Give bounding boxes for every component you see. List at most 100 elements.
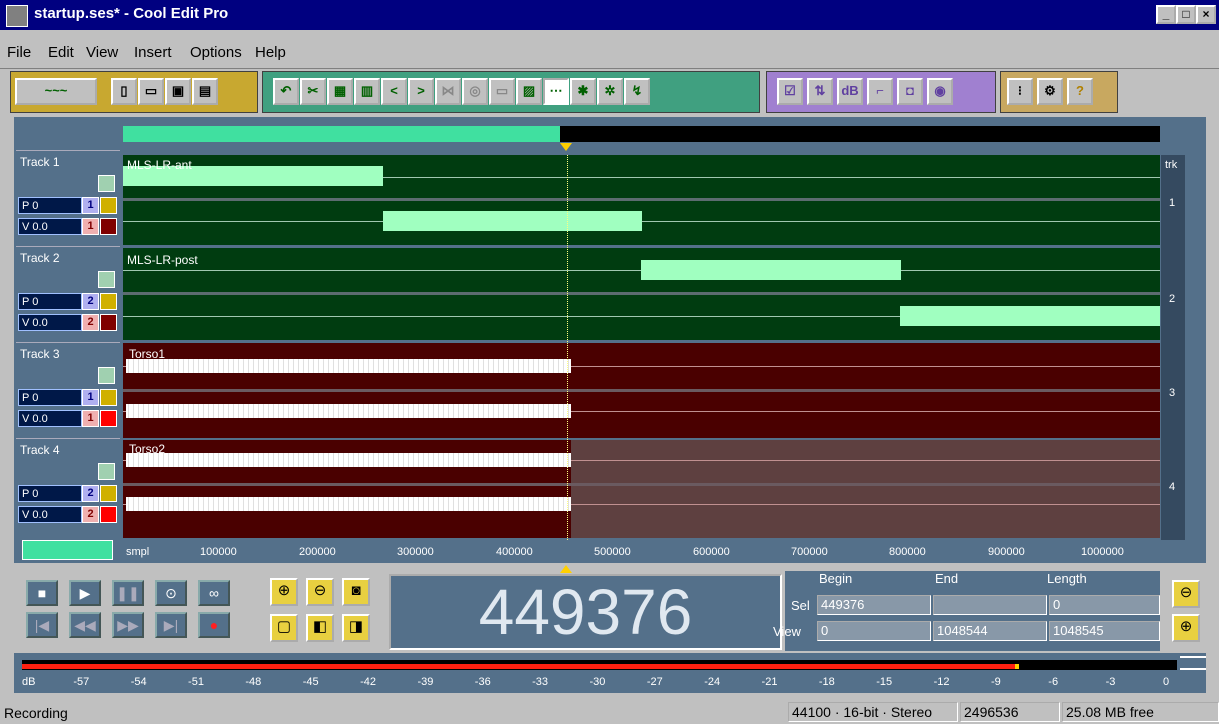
- menu-help[interactable]: Help: [255, 44, 286, 61]
- rewind-icon[interactable]: ◀◀: [69, 612, 101, 638]
- pan-envelope-icon[interactable]: ⇅: [807, 78, 833, 105]
- volume-field[interactable]: V 0.0: [18, 506, 82, 523]
- meter-clip-indicator[interactable]: [1180, 656, 1206, 670]
- playhead-marker-icon[interactable]: [560, 143, 572, 151]
- sel-end-field[interactable]: [933, 595, 1047, 615]
- record-device-button[interactable]: 2: [82, 314, 99, 331]
- info-icon[interactable]: ⁝: [1007, 78, 1033, 105]
- status-format[interactable]: 44100 · 16-bit · Stereo: [788, 702, 958, 722]
- cut-icon[interactable]: ✂: [300, 78, 326, 105]
- stop-icon[interactable]: ■: [26, 580, 58, 606]
- zoom-selection-icon[interactable]: ▢: [270, 614, 298, 642]
- pan-field[interactable]: P 0: [18, 389, 82, 406]
- waveform-toggle-icon[interactable]: ~~~: [15, 78, 97, 105]
- zoom-out-horizontal-icon[interactable]: ⊖: [306, 578, 334, 606]
- output-button[interactable]: 2: [82, 485, 99, 502]
- loop-icon[interactable]: ◎: [462, 78, 488, 105]
- track-header-4[interactable]: Track 4 P 0 2 V 0.0 2: [16, 438, 120, 533]
- play-to-end-icon[interactable]: ⊙: [155, 580, 187, 606]
- zoom-left-icon[interactable]: ◧: [306, 614, 334, 642]
- volume-field[interactable]: V 0.0: [18, 410, 82, 427]
- output-button[interactable]: 2: [82, 293, 99, 310]
- time-ruler[interactable]: smpl 100000 200000 300000 400000 500000 …: [123, 541, 1160, 563]
- track-lane-1[interactable]: MLS-LR-ant: [123, 155, 1160, 245]
- solo-button[interactable]: [100, 197, 117, 214]
- track-lane-3[interactable]: Torso1: [123, 343, 1160, 438]
- close-button[interactable]: ×: [1196, 5, 1216, 24]
- fast-forward-icon[interactable]: ▶▶: [112, 612, 144, 638]
- snap-clip-icon[interactable]: ✱: [570, 78, 596, 105]
- pan-field[interactable]: P 0: [18, 293, 82, 310]
- audio-clip[interactable]: [641, 260, 901, 280]
- help-icon[interactable]: ?: [1067, 78, 1093, 105]
- open-file-icon[interactable]: ▭: [138, 78, 164, 105]
- volume-envelope-icon[interactable]: dB: [837, 78, 863, 105]
- loop-play-icon[interactable]: ∞: [198, 580, 230, 606]
- zoom-in-horizontal-icon[interactable]: ⊕: [270, 578, 298, 606]
- menu-options[interactable]: Options: [190, 44, 242, 61]
- zoom-in-vertical-icon[interactable]: ⊕: [1172, 614, 1200, 642]
- menu-view[interactable]: View: [86, 44, 118, 61]
- track-header-2[interactable]: Track 2 P 0 2 V 0.0 2: [16, 246, 120, 341]
- new-file-icon[interactable]: ▯: [111, 78, 137, 105]
- snap-ruler-icon[interactable]: ⋯: [543, 78, 569, 105]
- paste-icon[interactable]: ▥: [354, 78, 380, 105]
- record-device-button[interactable]: 1: [82, 410, 99, 427]
- maximize-button[interactable]: □: [1176, 5, 1196, 24]
- pan-field[interactable]: P 0: [18, 485, 82, 502]
- save-icon[interactable]: ▣: [165, 78, 191, 105]
- track-lane-4[interactable]: Torso2: [123, 440, 1160, 538]
- envelope-icon[interactable]: ↯: [624, 78, 650, 105]
- minimize-button[interactable]: _: [1156, 5, 1176, 24]
- output-button[interactable]: 1: [82, 389, 99, 406]
- record-arm-button[interactable]: [100, 218, 117, 235]
- menu-insert[interactable]: Insert: [134, 44, 172, 61]
- save-all-icon[interactable]: ▤: [192, 78, 218, 105]
- track-lane-2[interactable]: MLS-LR-post: [123, 248, 1160, 340]
- output-button[interactable]: 1: [82, 197, 99, 214]
- zoom-full-icon[interactable]: ◙: [342, 578, 370, 606]
- track-color-swatch[interactable]: [98, 367, 115, 384]
- solo-button[interactable]: [100, 293, 117, 310]
- overview-bar[interactable]: [123, 126, 1160, 142]
- view-begin-field[interactable]: 0: [817, 621, 931, 641]
- track-color-swatch[interactable]: [98, 463, 115, 480]
- record-arm-button[interactable]: [100, 506, 117, 523]
- app-icon[interactable]: [6, 5, 28, 27]
- pan-field[interactable]: P 0: [18, 197, 82, 214]
- go-to-start-icon[interactable]: |◀: [26, 612, 58, 638]
- record-arm-button[interactable]: [100, 314, 117, 331]
- solo-button[interactable]: [100, 389, 117, 406]
- volume-field[interactable]: V 0.0: [18, 218, 82, 235]
- menu-edit[interactable]: Edit: [48, 44, 74, 61]
- solo-button[interactable]: [100, 485, 117, 502]
- view-end-field[interactable]: 1048544: [933, 621, 1047, 641]
- group-icon[interactable]: ▭: [489, 78, 515, 105]
- copy-icon[interactable]: ▦: [327, 78, 353, 105]
- snap-loop-icon[interactable]: ✲: [597, 78, 623, 105]
- crossfade-icon[interactable]: ⋈: [435, 78, 461, 105]
- pause-icon[interactable]: ❚❚: [112, 580, 144, 606]
- menu-file[interactable]: File: [7, 44, 31, 61]
- record-icon[interactable]: ●: [198, 612, 230, 638]
- view-length-field[interactable]: 1048545: [1049, 621, 1160, 641]
- fx-envelope-icon[interactable]: ⌐: [867, 78, 893, 105]
- checkbox-icon[interactable]: ☑: [777, 78, 803, 105]
- zoom-select-icon[interactable]: ◘: [897, 78, 923, 105]
- track-header-1[interactable]: Track 1 P 0 1 V 0.0 1: [16, 150, 120, 245]
- cd-icon[interactable]: ◉: [927, 78, 953, 105]
- zoom-out-vertical-icon[interactable]: ⊖: [1172, 580, 1200, 608]
- undo-icon[interactable]: ↶: [273, 78, 299, 105]
- audio-clip[interactable]: [900, 306, 1160, 326]
- track-header-3[interactable]: Track 3 P 0 1 V 0.0 1: [16, 342, 120, 437]
- sel-length-field[interactable]: 0: [1049, 595, 1160, 615]
- record-arm-button[interactable]: [100, 410, 117, 427]
- record-device-button[interactable]: 1: [82, 218, 99, 235]
- audio-clip[interactable]: [383, 211, 642, 231]
- record-device-button[interactable]: 2: [82, 506, 99, 523]
- lock-icon[interactable]: ▨: [516, 78, 542, 105]
- merge-icon[interactable]: >: [408, 78, 434, 105]
- track-color-swatch[interactable]: [98, 175, 115, 192]
- play-icon[interactable]: ▶: [69, 580, 101, 606]
- settings-icon[interactable]: ⚙: [1037, 78, 1063, 105]
